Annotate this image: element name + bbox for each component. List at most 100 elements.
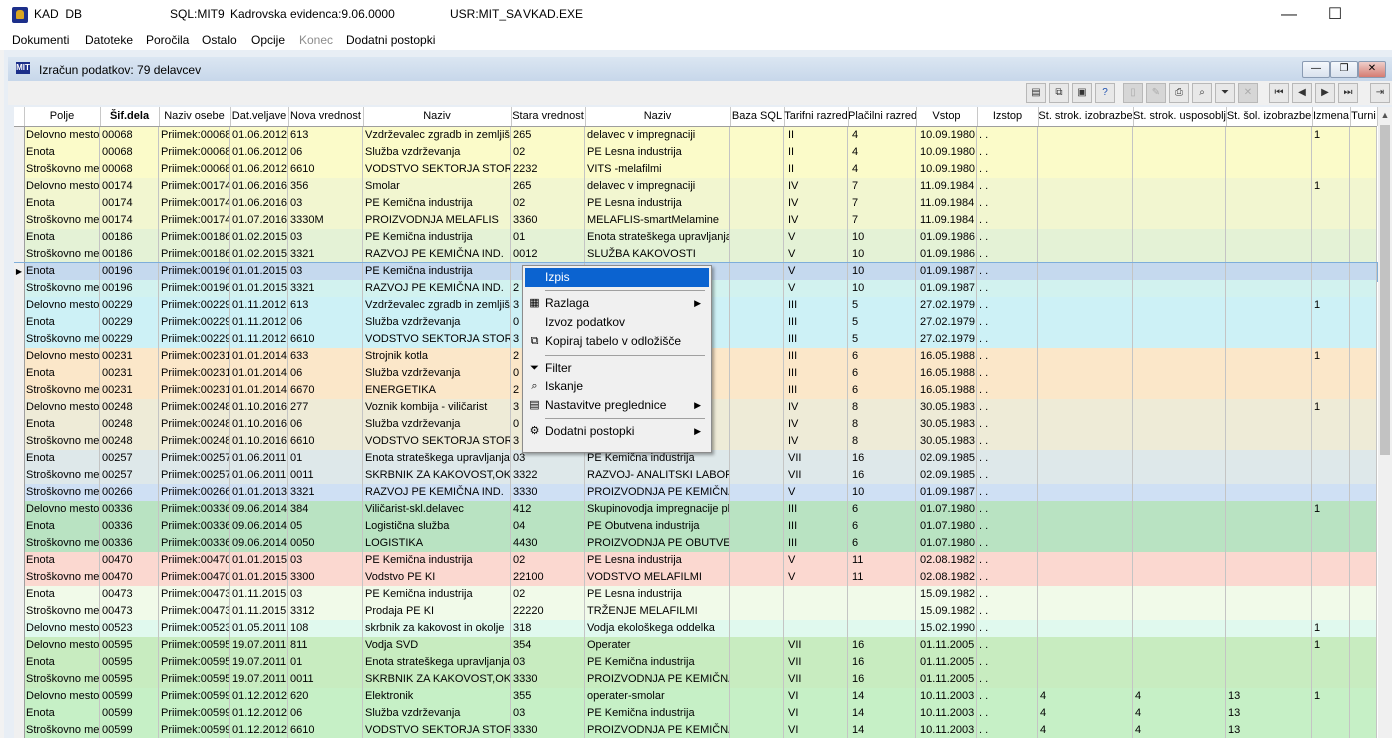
- cell-dat-veljave[interactable]: 01.10.2016: [230, 416, 288, 433]
- cell-naziv-star[interactable]: PE Kemična industrija: [585, 705, 730, 722]
- cell-st-sol-izobrazbe[interactable]: [1226, 365, 1312, 382]
- cell-naziv-osebe[interactable]: Priimek:00068: [159, 127, 230, 144]
- cell-placilni-razred[interactable]: 5: [848, 297, 916, 314]
- cell-naziv-nov[interactable]: SKRBNIK ZA KAKOVOST,OKOLJE: [363, 467, 511, 484]
- cell-dat-veljave[interactable]: 01.01.2014: [230, 365, 288, 382]
- cell-nova-vrednost[interactable]: 3330M: [288, 212, 363, 229]
- cell-baza-sql[interactable]: [730, 144, 784, 161]
- cell-nova-vrednost[interactable]: 0050: [288, 535, 363, 552]
- cell-placilni-razred[interactable]: 4: [848, 144, 916, 161]
- cell-izmena[interactable]: [1312, 603, 1350, 620]
- cell-stara-vrednost[interactable]: 03: [511, 654, 585, 671]
- cell-nova-vrednost[interactable]: 384: [288, 501, 363, 518]
- cell-stara-vrednost[interactable]: 01: [511, 229, 585, 246]
- cell-nova-vrednost[interactable]: 3321: [288, 246, 363, 263]
- cell-izmena[interactable]: [1312, 246, 1350, 263]
- cell-st-strok-usposoblj[interactable]: [1133, 382, 1226, 399]
- cell-vstop[interactable]: 11.09.1984: [916, 212, 977, 229]
- cell-baza-sql[interactable]: [730, 433, 784, 450]
- cell-naziv-osebe[interactable]: Priimek:00248: [159, 399, 230, 416]
- cell-naziv-nov[interactable]: VODSTVO SEKTORJA STORITEV: [363, 722, 511, 738]
- cell-nova-vrednost[interactable]: 613: [288, 127, 363, 144]
- cell-nova-vrednost[interactable]: 3300: [288, 569, 363, 586]
- cell-naziv-osebe[interactable]: Priimek:00231: [159, 382, 230, 399]
- cell-naziv-osebe[interactable]: Priimek:00470: [159, 552, 230, 569]
- cell-polje[interactable]: Enota: [24, 705, 100, 722]
- cell-turni[interactable]: [1350, 382, 1377, 399]
- cell-turni[interactable]: [1350, 416, 1377, 433]
- cell-izmena[interactable]: [1312, 484, 1350, 501]
- cell-st-strok-usposoblj[interactable]: [1133, 280, 1226, 297]
- cell-naziv-osebe[interactable]: Priimek:00068: [159, 144, 230, 161]
- cell-tarifni-razred[interactable]: [784, 620, 848, 637]
- cell-izmena[interactable]: [1312, 450, 1350, 467]
- cell-izmena[interactable]: [1312, 535, 1350, 552]
- cell-dat-veljave[interactable]: 01.12.2012: [230, 705, 288, 722]
- cell-baza-sql[interactable]: [730, 586, 784, 603]
- cell-naziv-nov[interactable]: RAZVOJ PE KEMIČNA IND.: [363, 246, 511, 263]
- menu-porocila[interactable]: Poročila: [146, 33, 189, 47]
- cell-nova-vrednost[interactable]: 6670: [288, 382, 363, 399]
- cell-izmena[interactable]: [1312, 212, 1350, 229]
- cell-naziv-nov[interactable]: VODSTVO SEKTORJA STORITEV: [363, 161, 511, 178]
- cell-st-strok-usposoblj[interactable]: [1133, 314, 1226, 331]
- cell-naziv-nov[interactable]: Elektronik: [363, 688, 511, 705]
- cell-st-strok-usposoblj[interactable]: [1133, 399, 1226, 416]
- cell-naziv-star[interactable]: delavec v impregnaciji: [585, 178, 730, 195]
- cell-dat-veljave[interactable]: 01.11.2012: [230, 314, 288, 331]
- column-header-tarifni-razred[interactable]: Tarifni razred: [784, 107, 849, 126]
- cell-polje[interactable]: Delovno mesto: [24, 127, 100, 144]
- cell-placilni-razred[interactable]: 16: [848, 467, 916, 484]
- cell-naziv-osebe[interactable]: Priimek:00186: [159, 246, 230, 263]
- cell-dat-veljave[interactable]: 01.01.2013: [230, 484, 288, 501]
- cell-st-sol-izobrazbe[interactable]: [1226, 246, 1312, 263]
- cell-izstop[interactable]: . .: [977, 178, 1038, 195]
- cell-nova-vrednost[interactable]: 03: [288, 229, 363, 246]
- column-header-izstop[interactable]: Izstop: [977, 107, 1039, 126]
- cell-izmena[interactable]: [1312, 654, 1350, 671]
- cell-placilni-razred[interactable]: 11: [848, 569, 916, 586]
- cell-dat-veljave[interactable]: 01.01.2014: [230, 348, 288, 365]
- cell-st-sol-izobrazbe[interactable]: 13: [1226, 688, 1312, 705]
- help-icon[interactable]: ?: [1095, 83, 1115, 103]
- cell-nova-vrednost[interactable]: 811: [288, 637, 363, 654]
- cell-naziv-star[interactable]: operater-smolar: [585, 688, 730, 705]
- cell-st-sol-izobrazbe[interactable]: [1226, 382, 1312, 399]
- cell-st-strok-izobrazbe[interactable]: [1038, 535, 1133, 552]
- cell-sif-dela[interactable]: 00336: [100, 518, 159, 535]
- cell-st-sol-izobrazbe[interactable]: [1226, 331, 1312, 348]
- cell-stara-vrednost[interactable]: 04: [511, 518, 585, 535]
- maximize-button[interactable]: ☐: [1312, 2, 1358, 28]
- cell-st-strok-usposoblj[interactable]: [1133, 433, 1226, 450]
- cell-naziv-osebe[interactable]: Priimek:00336: [159, 535, 230, 552]
- cell-tarifni-razred[interactable]: II: [784, 161, 848, 178]
- cell-polje[interactable]: Delovno mesto: [24, 637, 100, 654]
- cell-placilni-razred[interactable]: 5: [848, 314, 916, 331]
- child-minimize-button[interactable]: —: [1302, 61, 1330, 78]
- cell-st-sol-izobrazbe[interactable]: [1226, 280, 1312, 297]
- cell-placilni-razred[interactable]: 16: [848, 637, 916, 654]
- table-row[interactable]: Delovno mesto 00595 Priimek:00595 19.07.201…: [14, 637, 1377, 655]
- cell-tarifni-razred[interactable]: III: [784, 297, 848, 314]
- cell-placilni-razred[interactable]: 5: [848, 331, 916, 348]
- cell-dat-veljave[interactable]: 19.07.2011: [230, 654, 288, 671]
- cell-naziv-nov[interactable]: PE Kemična industrija: [363, 586, 511, 603]
- cell-st-strok-usposoblj[interactable]: [1133, 654, 1226, 671]
- cell-sif-dela[interactable]: 00599: [100, 705, 159, 722]
- cell-sif-dela[interactable]: 00248: [100, 433, 159, 450]
- cell-naziv-nov[interactable]: RAZVOJ PE KEMIČNA IND.: [363, 484, 511, 501]
- table-row[interactable]: Enota 00473 Priimek:00473 01.11.2015 03 PE Ke…: [14, 586, 1377, 604]
- cell-izmena[interactable]: 1: [1312, 297, 1350, 314]
- cell-turni[interactable]: [1350, 314, 1377, 331]
- cell-naziv-nov[interactable]: Voznik kombija - viličarist: [363, 399, 511, 416]
- cell-st-strok-izobrazbe[interactable]: 4: [1038, 722, 1133, 738]
- cell-st-strok-izobrazbe[interactable]: [1038, 399, 1133, 416]
- table-row[interactable]: Delovno mesto 00174 Priimek:00174 01.06.201…: [14, 178, 1377, 196]
- cell-tarifni-razred[interactable]: IV: [784, 416, 848, 433]
- cell-izmena[interactable]: [1312, 569, 1350, 586]
- cell-polje[interactable]: Stroškovno mesto: [24, 569, 100, 586]
- cell-sif-dela[interactable]: 00229: [100, 297, 159, 314]
- cell-dat-veljave[interactable]: 01.06.2011: [230, 467, 288, 484]
- cell-polje[interactable]: Stroškovno mesto: [24, 331, 100, 348]
- cell-st-sol-izobrazbe[interactable]: [1226, 297, 1312, 314]
